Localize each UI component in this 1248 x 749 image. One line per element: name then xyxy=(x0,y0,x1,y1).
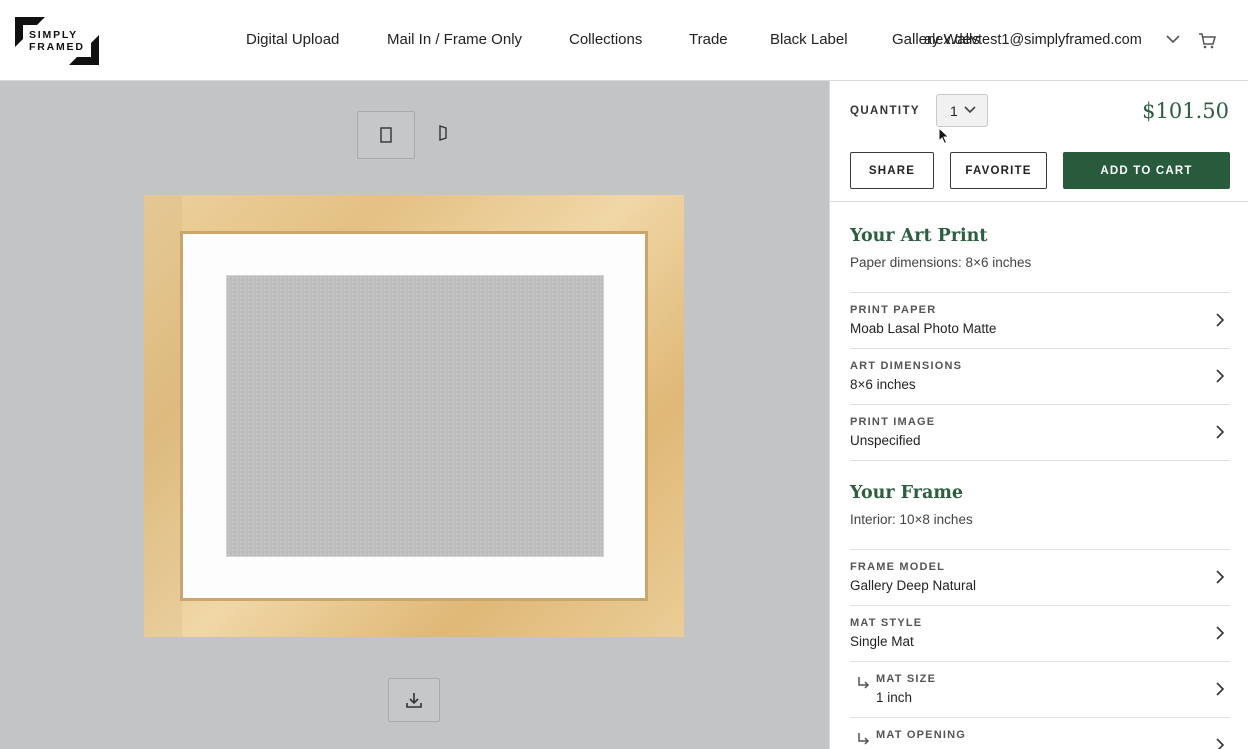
download-icon xyxy=(406,693,422,708)
sub-option-arrow-icon xyxy=(858,733,870,745)
chevron-right-icon xyxy=(1216,626,1224,640)
chevron-right-icon xyxy=(1216,682,1224,696)
frame-title: Your Frame xyxy=(850,483,964,503)
option-value: Single Mat xyxy=(850,634,914,649)
logo-line-2: FRAMED xyxy=(29,40,85,53)
site-header: SIMPLY FRAMED Digital Upload Mail In / F… xyxy=(0,0,1248,81)
price: $101.50 xyxy=(1142,99,1229,123)
art-print-subtitle: Paper dimensions: 8×6 inches xyxy=(850,255,1032,270)
option-print-paper[interactable]: PRINT PAPER Moab Lasal Photo Matte xyxy=(850,292,1230,348)
art-placeholder xyxy=(226,275,604,557)
option-frame-model[interactable]: FRAME MODEL Gallery Deep Natural xyxy=(850,549,1230,605)
nav-trade[interactable]: Trade xyxy=(689,31,728,48)
favorite-button[interactable]: FAVORITE xyxy=(950,152,1047,189)
cart-icon[interactable] xyxy=(1198,32,1216,50)
view-angle-button[interactable] xyxy=(436,123,450,143)
download-button[interactable] xyxy=(388,678,440,722)
option-label: ART DIMENSIONS xyxy=(850,360,963,372)
option-label: MAT OPENING xyxy=(876,729,966,741)
option-art-dimensions[interactable]: ART DIMENSIONS 8×6 inches xyxy=(850,348,1230,404)
nav-mail-in-frame-only[interactable]: Mail In / Frame Only xyxy=(387,31,522,48)
chevron-right-icon xyxy=(1216,738,1224,749)
view-front-button[interactable] xyxy=(357,111,415,159)
option-mat-opening[interactable]: MAT OPENING xyxy=(850,717,1230,749)
option-label: PRINT IMAGE xyxy=(850,416,936,428)
chevron-down-icon xyxy=(964,106,976,114)
quantity-select[interactable]: 1 xyxy=(936,94,988,127)
logo-line-1: SIMPLY xyxy=(29,29,78,41)
add-to-cart-button[interactable]: ADD TO CART xyxy=(1063,152,1230,189)
chevron-right-icon xyxy=(1216,425,1224,439)
configuration-panel: QUANTITY 1 $101.50 SHARE FAVORITE ADD TO… xyxy=(829,81,1248,749)
frame-image xyxy=(144,195,684,637)
art-print-title: Your Art Print xyxy=(850,226,988,246)
option-value: Gallery Deep Natural xyxy=(850,578,977,593)
chevron-down-icon[interactable] xyxy=(1166,34,1180,44)
divider xyxy=(830,201,1248,202)
frame-preview xyxy=(0,81,829,749)
nav-black-label[interactable]: Black Label xyxy=(770,31,848,48)
option-value: 1 inch xyxy=(876,690,913,705)
nav-digital-upload[interactable]: Digital Upload xyxy=(246,31,339,48)
option-value: Unspecified xyxy=(850,433,921,448)
option-value: Moab Lasal Photo Matte xyxy=(850,321,997,336)
nav-collections[interactable]: Collections xyxy=(569,31,642,48)
quantity-label: QUANTITY xyxy=(850,105,920,117)
mouse-cursor-icon xyxy=(938,127,950,145)
chevron-right-icon xyxy=(1216,313,1224,327)
option-mat-style[interactable]: MAT STYLE Single Mat xyxy=(850,605,1230,661)
frame-moulding-shade xyxy=(144,195,182,637)
option-label: FRAME MODEL xyxy=(850,561,946,573)
sub-option-arrow-icon xyxy=(858,677,870,689)
option-label: MAT SIZE xyxy=(876,673,937,685)
frame-subtitle: Interior: 10×8 inches xyxy=(850,512,973,527)
chevron-right-icon xyxy=(1216,570,1224,584)
share-button[interactable]: SHARE xyxy=(850,152,934,189)
option-label: MAT STYLE xyxy=(850,617,923,629)
option-label: PRINT PAPER xyxy=(850,304,937,316)
frame-front-icon xyxy=(380,127,392,143)
quantity-value: 1 xyxy=(950,103,958,119)
chevron-right-icon xyxy=(1216,369,1224,383)
option-print-image[interactable]: PRINT IMAGE Unspecified xyxy=(850,404,1230,461)
option-value: 8×6 inches xyxy=(850,377,916,392)
account-email[interactable]: alex.devtest1@simplyframed.com xyxy=(924,32,1142,48)
option-mat-size[interactable]: MAT SIZE 1 inch xyxy=(850,661,1230,717)
simply-framed-logo[interactable]: SIMPLY FRAMED xyxy=(15,17,99,65)
logo-text: SIMPLY FRAMED xyxy=(29,29,85,53)
frame-angle-icon xyxy=(439,125,447,141)
